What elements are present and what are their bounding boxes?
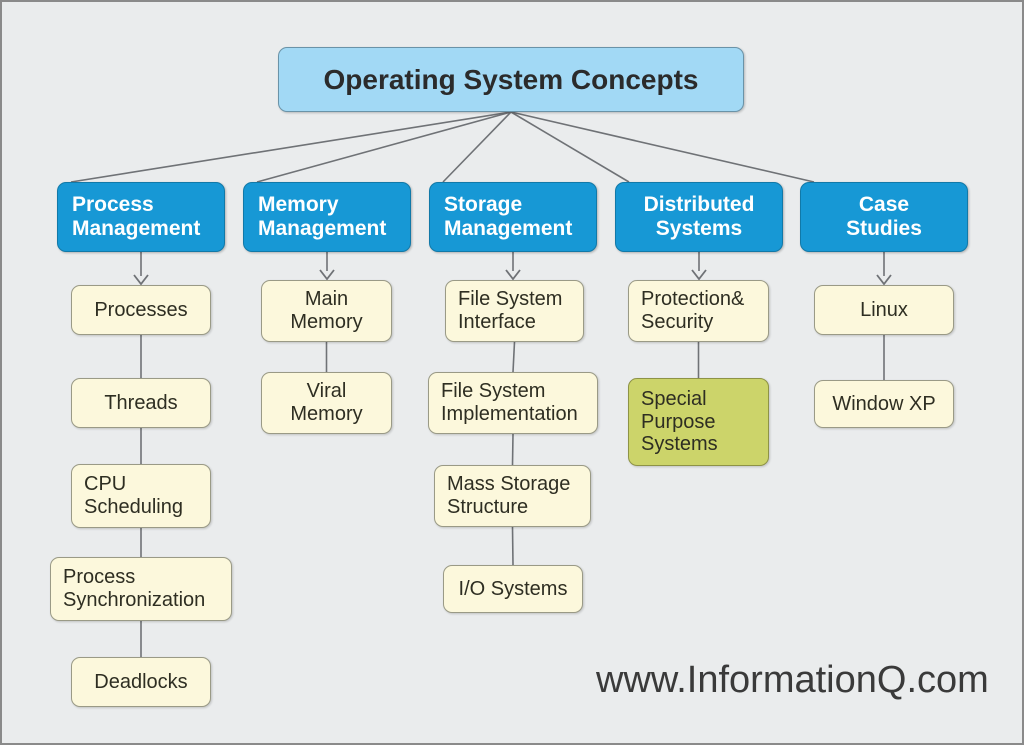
- leaf-mass-storage-structure[interactable]: Mass Storage Structure: [434, 465, 591, 527]
- leaf-io-systems-label: I/O Systems: [458, 577, 568, 600]
- edge-root-to-memory-management: [256, 111, 512, 183]
- leaf-mass-storage-structure-label: Mass Storage: [447, 473, 571, 496]
- leaf-io-systems[interactable]: I/O Systems: [443, 565, 583, 613]
- leaf-mass-storage-structure-label: Structure: [447, 496, 529, 518]
- leaf-deadlocks[interactable]: Deadlocks: [71, 657, 211, 707]
- edge-root-to-distributed-systems: [510, 111, 630, 183]
- leaf-protection-security-label: Protection&: [641, 288, 745, 311]
- category-case-studies-label: Case: [858, 193, 910, 217]
- category-distributed-systems-label: Systems: [655, 217, 743, 240]
- leaf-viral-memory[interactable]: Viral Memory: [261, 372, 392, 434]
- leaf-file-system-implementation[interactable]: File System Implementation: [428, 372, 598, 434]
- leaf-cpu-scheduling[interactable]: CPU Scheduling: [71, 464, 211, 528]
- leaf-process-synchronization-label: Process: [63, 566, 136, 589]
- arrowhead-file-system-interface: [505, 269, 521, 281]
- category-process-management-label: Management: [72, 217, 201, 240]
- leaf-special-purpose-systems[interactable]: Special Purpose Systems: [628, 378, 769, 466]
- category-memory-management-label: Memory: [258, 193, 339, 217]
- edge-root-to-process-management: [70, 111, 512, 183]
- leaf-threads[interactable]: Threads: [71, 378, 211, 428]
- leaf-protection-security[interactable]: Protection& Security: [628, 280, 769, 342]
- leaf-linux-label: Linux: [860, 298, 908, 321]
- leaf-special-purpose-systems-label: Special: [641, 387, 707, 410]
- leaf-deadlocks-label: Deadlocks: [94, 670, 188, 693]
- leaf-cpu-scheduling-label: CPU: [84, 473, 127, 496]
- edge-chain-io-systems: [511, 526, 514, 566]
- category-case-studies[interactable]: Case Studies: [800, 182, 968, 252]
- category-process-management-label: Process: [72, 193, 154, 217]
- leaf-viral-memory-label: Memory: [290, 403, 363, 425]
- root-node-label: Operating System Concepts: [323, 63, 699, 95]
- leaf-window-xp-label: Window XP: [832, 392, 936, 415]
- leaf-linux[interactable]: Linux: [814, 285, 954, 335]
- category-process-management[interactable]: Process Management: [57, 182, 225, 252]
- site-watermark: www.InformationQ.com: [596, 659, 989, 701]
- arrowhead-linux: [876, 274, 892, 286]
- edge-root-to-case-studies: [510, 111, 815, 183]
- category-memory-management[interactable]: Memory Management: [243, 182, 411, 252]
- edge-chain-file-system-implementation: [512, 341, 516, 373]
- leaf-main-memory[interactable]: Main Memory: [261, 280, 392, 342]
- category-distributed-systems-label: Distributed: [643, 193, 755, 217]
- category-distributed-systems[interactable]: Distributed Systems: [615, 182, 783, 252]
- leaf-file-system-interface-label: Interface: [458, 311, 536, 333]
- leaf-main-memory-label: Main: [304, 288, 349, 311]
- arrowhead-processes: [133, 274, 149, 286]
- leaf-file-system-implementation-label: File System: [441, 380, 546, 403]
- category-storage-management-label: Storage: [444, 193, 523, 217]
- leaf-threads-label: Threads: [104, 391, 178, 414]
- root-node[interactable]: Operating System Concepts: [278, 47, 744, 112]
- leaf-process-synchronization[interactable]: Process Synchronization: [50, 557, 232, 621]
- leaf-process-synchronization-label: Synchronization: [63, 589, 206, 611]
- edge-chain-mass-storage-structure: [511, 433, 514, 466]
- leaf-window-xp[interactable]: Window XP: [814, 380, 954, 428]
- leaf-processes[interactable]: Processes: [71, 285, 211, 335]
- leaf-special-purpose-systems-label: Purpose: [641, 410, 716, 433]
- diagram-canvas: Operating System Concepts Process Manageme…: [0, 0, 1024, 745]
- category-storage-management-label: Management: [444, 217, 573, 240]
- leaf-processes-label: Processes: [94, 298, 188, 321]
- edge-root-to-storage-management: [442, 111, 512, 183]
- leaf-viral-memory-label: Viral: [306, 380, 347, 403]
- leaf-file-system-interface[interactable]: File System Interface: [445, 280, 584, 342]
- leaf-special-purpose-systems-label: Systems: [641, 433, 718, 456]
- arrowhead-main-memory: [319, 269, 335, 281]
- arrowhead-protection-security: [691, 269, 707, 281]
- category-case-studies-label: Studies: [846, 217, 922, 240]
- leaf-file-system-implementation-label: Implementation: [441, 403, 578, 425]
- leaf-cpu-scheduling-label: Scheduling: [84, 496, 183, 518]
- leaf-main-memory-label: Memory: [290, 311, 363, 333]
- category-storage-management[interactable]: Storage Management: [429, 182, 597, 252]
- leaf-protection-security-label: Security: [641, 311, 714, 333]
- leaf-file-system-interface-label: File System: [458, 288, 563, 311]
- category-memory-management-label: Management: [258, 217, 387, 240]
